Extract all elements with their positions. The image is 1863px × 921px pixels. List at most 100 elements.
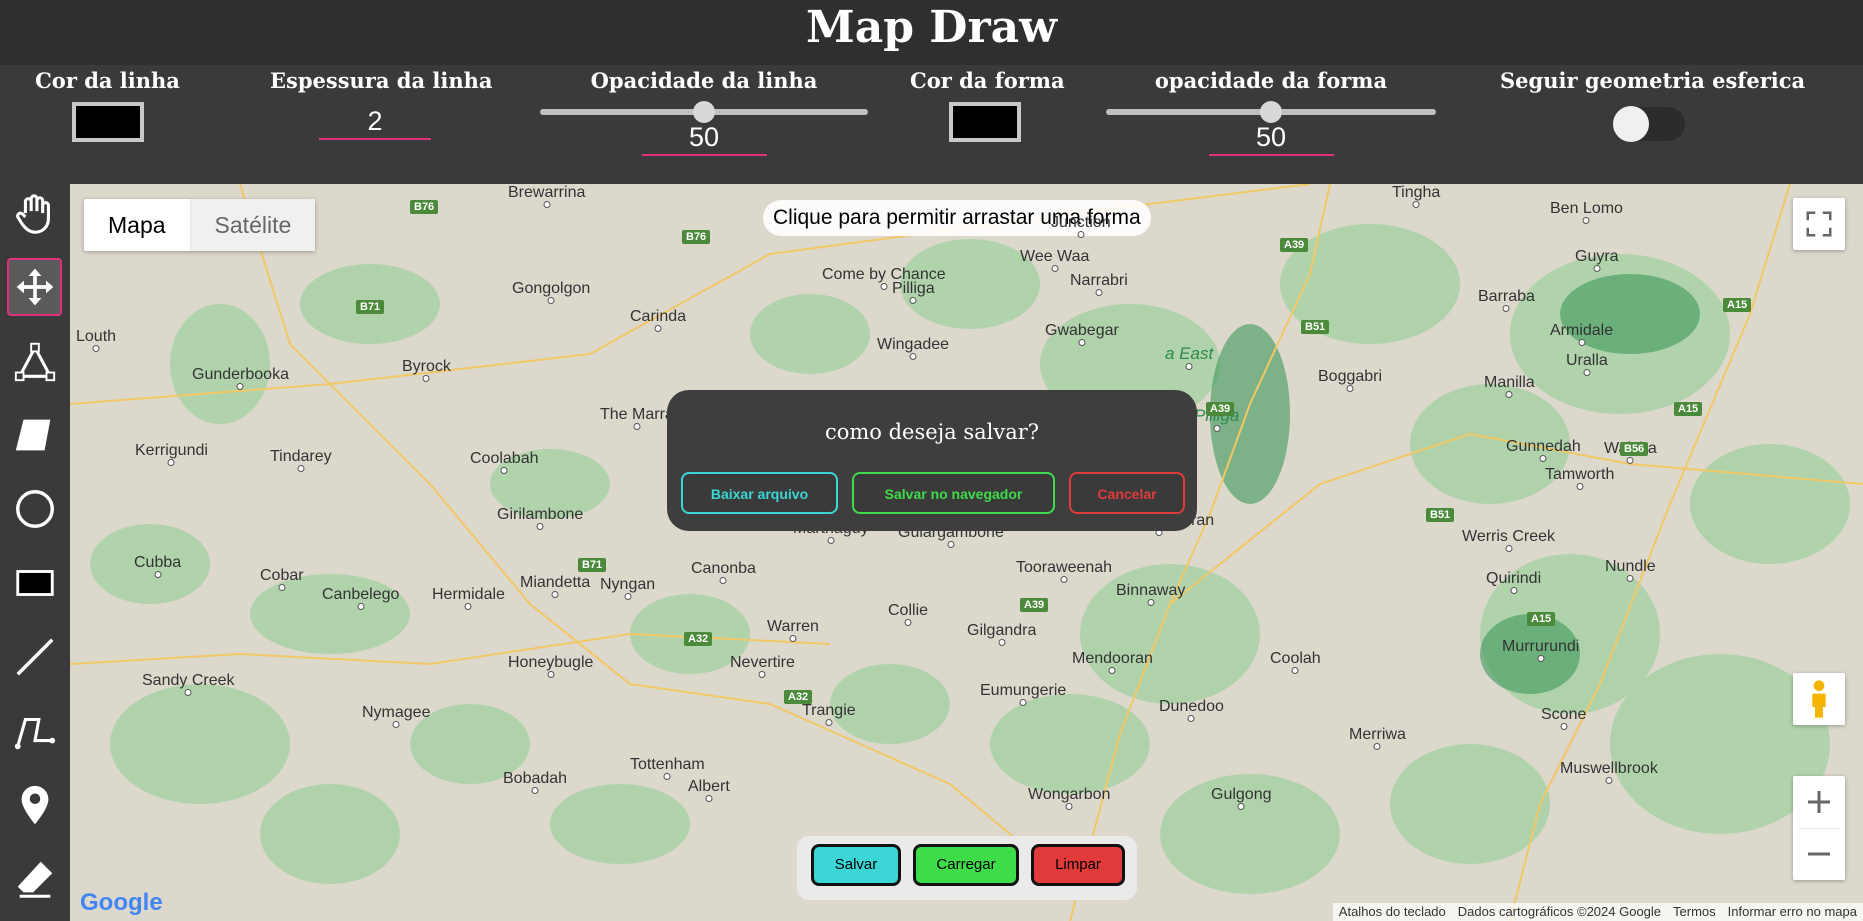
line-color-control: Cor da linha bbox=[30, 65, 185, 142]
map-type-map[interactable]: Mapa bbox=[84, 199, 190, 251]
shape-opacity-label: opacidade da forma bbox=[1154, 68, 1388, 93]
line-color-picker[interactable] bbox=[71, 102, 144, 142]
tool-move[interactable] bbox=[7, 258, 62, 316]
save-dialog: como deseja salvar? Baixar arquivo Salva… bbox=[667, 390, 1197, 531]
line-opacity-slider[interactable] bbox=[540, 101, 868, 123]
road-shield: B71 bbox=[356, 300, 385, 314]
tool-polygon[interactable] bbox=[7, 406, 62, 464]
place-label: Muswellbrook bbox=[1560, 760, 1658, 777]
road-shield: A15 bbox=[1527, 612, 1556, 626]
tool-eraser[interactable] bbox=[7, 850, 62, 908]
zoom-out-button[interactable] bbox=[1799, 827, 1839, 881]
place-label: Gunderbooka bbox=[192, 366, 289, 383]
place-label: Armidale bbox=[1550, 322, 1614, 339]
road-shield: A39 bbox=[1280, 238, 1309, 252]
hand-icon bbox=[15, 194, 50, 234]
shape-color-label: Cor da forma bbox=[910, 68, 1065, 93]
road-shield: A32 bbox=[684, 632, 713, 646]
download-file-button[interactable]: Baixar arquivo bbox=[681, 472, 838, 514]
load-button[interactable]: Carregar bbox=[913, 844, 1019, 886]
terms-link[interactable]: Termos bbox=[1673, 903, 1716, 921]
cancel-button[interactable]: Cancelar bbox=[1069, 472, 1185, 514]
shape-opacity-input[interactable]: 50 bbox=[1208, 120, 1334, 156]
shape-opacity-thumb[interactable] bbox=[1260, 101, 1282, 123]
place-label: Nevertire bbox=[730, 654, 795, 671]
place-label: Coolabah bbox=[470, 450, 539, 467]
place-label: Sandy Creek bbox=[142, 672, 235, 689]
place-label: Wongarbon bbox=[1028, 786, 1111, 803]
place-label: Carinda bbox=[630, 308, 687, 325]
tool-rectangle[interactable] bbox=[7, 554, 62, 612]
tool-line[interactable] bbox=[7, 628, 62, 686]
line-opacity-label: Opacidade da linha bbox=[590, 68, 818, 93]
shape-color-picker[interactable] bbox=[949, 102, 1021, 142]
place-label: Mendooran bbox=[1072, 650, 1153, 667]
place-label: Gwabegar bbox=[1045, 322, 1119, 339]
line-opacity-thumb[interactable] bbox=[693, 101, 715, 123]
place-label: Gongolgon bbox=[512, 280, 591, 297]
tool-polyline[interactable] bbox=[7, 702, 62, 760]
map-data-credit: Dados cartográficos ©2024 Google bbox=[1457, 904, 1662, 919]
bottom-action-bar: Salvar Carregar Limpar bbox=[797, 836, 1137, 900]
geodesic-toggle[interactable] bbox=[1613, 106, 1685, 142]
shape-color-control: Cor da forma bbox=[910, 65, 1065, 142]
place-label: Cobar bbox=[260, 567, 304, 584]
place-label: Junction bbox=[1051, 214, 1111, 231]
map-canvas[interactable]: Mapa Satélite Clique para permitir arras… bbox=[70, 184, 1863, 921]
road-shield: A39 bbox=[1020, 598, 1049, 612]
road-shield: B51 bbox=[1426, 508, 1455, 522]
line-width-input[interactable]: 2 bbox=[319, 104, 431, 140]
map-type-control: Mapa Satélite bbox=[84, 199, 316, 251]
place-label: Tottenham bbox=[630, 756, 705, 773]
place-label: Albert bbox=[688, 778, 730, 795]
place-label: Tooraweenah bbox=[1016, 559, 1113, 576]
tool-circle[interactable] bbox=[7, 480, 62, 538]
place-label: Guyra bbox=[1575, 248, 1619, 265]
place-label: Warren bbox=[767, 618, 819, 635]
park-label: a East bbox=[1165, 344, 1214, 363]
place-label: Kerrigundi bbox=[135, 442, 208, 459]
place-label: Narrabri bbox=[1070, 272, 1128, 289]
app-header: Map Draw bbox=[0, 0, 1863, 65]
report-error-link[interactable]: Informar erro no mapa bbox=[1728, 903, 1857, 921]
circle-icon bbox=[15, 490, 54, 528]
zoom-in-button[interactable] bbox=[1806, 776, 1832, 828]
move-icon bbox=[16, 268, 53, 306]
line-icon bbox=[16, 638, 53, 676]
place-label: Werris Creek bbox=[1462, 528, 1556, 545]
tool-hand[interactable] bbox=[7, 186, 62, 244]
plus-icon bbox=[1808, 790, 1830, 813]
google-logo: Google bbox=[80, 889, 163, 916]
place-label: Wee Waa bbox=[1020, 248, 1090, 265]
map-type-satellite[interactable]: Satélite bbox=[189, 199, 316, 251]
place-label: Uralla bbox=[1566, 352, 1608, 369]
marker-icon bbox=[21, 785, 48, 825]
tool-drag-shape[interactable] bbox=[7, 332, 62, 390]
place-label: Coolah bbox=[1270, 650, 1321, 667]
place-label: The Marra bbox=[600, 406, 674, 423]
clear-button[interactable]: Limpar bbox=[1031, 844, 1125, 886]
place-label: Boggabri bbox=[1318, 368, 1383, 385]
place-label: Canbelego bbox=[322, 586, 400, 603]
road-shield: A15 bbox=[1674, 402, 1703, 416]
toggle-knob bbox=[1613, 106, 1649, 142]
place-label: Manilla bbox=[1484, 374, 1535, 391]
place-label: Honeybugle bbox=[508, 654, 594, 671]
place-label: Louth bbox=[76, 328, 117, 345]
controls-bar: Cor da linha Espessura da linha 2 Opacid… bbox=[0, 65, 1863, 183]
save-button[interactable]: Salvar bbox=[811, 844, 901, 886]
tool-marker[interactable] bbox=[7, 776, 62, 834]
line-opacity-input[interactable]: 50 bbox=[641, 120, 767, 156]
save-browser-button[interactable]: Salvar no navegador bbox=[852, 472, 1055, 514]
place-label: Nymagee bbox=[362, 704, 431, 721]
place-label: Pilliga bbox=[892, 280, 935, 297]
street-view-button[interactable] bbox=[1793, 673, 1845, 725]
keyboard-shortcuts-link[interactable]: Atalhos do teclado bbox=[1339, 903, 1446, 921]
place-label: Nyngan bbox=[600, 576, 656, 593]
fullscreen-button[interactable] bbox=[1793, 198, 1845, 250]
place-label: Hermidale bbox=[432, 586, 505, 603]
shape-opacity-slider[interactable] bbox=[1106, 101, 1436, 123]
road-shield: A39 bbox=[1206, 402, 1235, 416]
tool-sidebar bbox=[0, 184, 70, 921]
place-label: Ben Lomo bbox=[1550, 200, 1623, 217]
